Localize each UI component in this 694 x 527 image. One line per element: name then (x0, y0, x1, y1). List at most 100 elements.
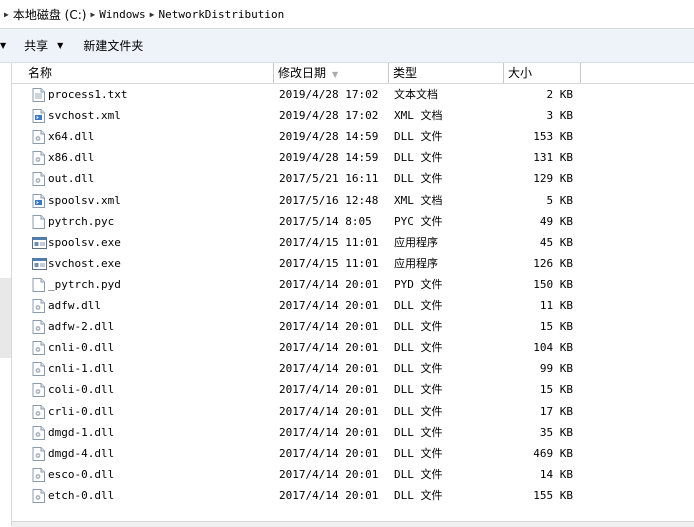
file-size: 14 KB (539, 467, 573, 481)
new-folder-button[interactable]: 新建文件夹 (83, 29, 143, 62)
file-type: DLL 文件 (394, 172, 443, 186)
file-size: 153 KB (533, 130, 573, 144)
file-row[interactable]: process1.txt 2019/4/28 17:02 文本文档 2 KB (12, 84, 694, 105)
generic-file-icon (32, 214, 45, 229)
file-type: DLL 文件 (394, 404, 443, 418)
file-size: 35 KB (539, 425, 573, 439)
file-name: svchost.exe (48, 256, 121, 270)
file-date-modified: 2017/5/21 16:11 (279, 172, 379, 186)
header-name[interactable]: 名称 (12, 63, 274, 83)
file-name: etch-0.dll (48, 488, 115, 502)
exe-file-icon (32, 257, 47, 271)
address-bar[interactable]: ▶ 本地磁盘 (C:) ▶ Windows ▶ NetworkDistribut… (0, 0, 694, 29)
breadcrumb: ▶ 本地磁盘 (C:) ▶ Windows ▶ NetworkDistribut… (0, 0, 284, 28)
file-row[interactable]: dmgd-1.dll 2017/4/14 20:01 DLL 文件 35 KB (12, 422, 694, 443)
file-row[interactable]: out.dll 2017/5/21 16:11 DLL 文件 129 KB (12, 168, 694, 189)
file-size: 126 KB (533, 256, 573, 270)
file-row[interactable]: spoolsv.exe 2017/4/15 11:01 应用程序 45 KB (12, 232, 694, 253)
dll-file-icon (32, 130, 45, 145)
sort-down-icon: ▼ (332, 70, 339, 79)
dll-file-icon (32, 383, 45, 398)
breadcrumb-networkdistribution[interactable]: NetworkDistribution (158, 8, 284, 21)
file-row[interactable]: etch-0.dll 2017/4/14 20:01 DLL 文件 155 KB (12, 485, 694, 506)
share-button[interactable]: 共享 ▼ (24, 29, 63, 62)
chevron-down-icon[interactable]: ▼ (0, 29, 6, 62)
file-row[interactable]: spoolsv.xml 2017/5/16 12:48 XML 文档 5 KB (12, 190, 694, 211)
file-type: PYC 文件 (394, 214, 443, 228)
file-date-modified: 2017/4/14 20:01 (279, 425, 379, 439)
file-date-modified: 2017/4/14 20:01 (279, 341, 379, 355)
file-type: PYD 文件 (394, 277, 443, 291)
file-size: 45 KB (539, 235, 573, 249)
file-size: 49 KB (539, 214, 573, 228)
file-name: cnli-0.dll (48, 341, 115, 355)
file-size: 5 KB (546, 193, 574, 207)
file-row[interactable]: pytrch.pyc 2017/5/14 8:05 PYC 文件 49 KB (12, 211, 694, 232)
file-row[interactable]: cnli-1.dll 2017/4/14 20:01 DLL 文件 99 KB (12, 358, 694, 379)
file-name: coli-0.dll (48, 383, 115, 397)
file-name: pytrch.pyc (48, 214, 115, 228)
file-row[interactable]: dmgd-4.dll 2017/4/14 20:01 DLL 文件 469 KB (12, 443, 694, 464)
file-name: esco-0.dll (48, 467, 115, 481)
breadcrumb-windows[interactable]: Windows (99, 8, 145, 21)
text-file-icon (32, 88, 45, 102)
file-row[interactable]: svchost.xml 2019/4/28 17:02 XML 文档 3 KB (12, 105, 694, 126)
file-type: DLL 文件 (394, 341, 443, 355)
navigation-pane[interactable] (0, 63, 12, 526)
dll-file-icon (32, 467, 45, 482)
file-type: DLL 文件 (394, 425, 443, 439)
file-name: cnli-1.dll (48, 362, 115, 376)
file-size: 104 KB (533, 341, 573, 355)
file-name: x64.dll (48, 130, 95, 144)
file-row[interactable]: adfw.dll 2017/4/14 20:01 DLL 文件 11 KB (12, 295, 694, 316)
file-row[interactable]: coli-0.dll 2017/4/14 20:01 DLL 文件 15 KB (12, 379, 694, 400)
file-date-modified: 2017/4/14 20:01 (279, 320, 379, 334)
header-size-label: 大小 (508, 66, 533, 80)
file-date-modified: 2017/4/15 11:01 (279, 256, 379, 270)
file-type: DLL 文件 (394, 151, 443, 165)
file-date-modified: 2017/4/14 20:01 (279, 488, 379, 502)
dll-file-icon (32, 362, 45, 377)
file-row[interactable]: crli-0.dll 2017/4/14 20:01 DLL 文件 17 KB (12, 401, 694, 422)
file-type: 应用程序 (394, 256, 438, 270)
file-type: 文本文档 (394, 88, 438, 101)
chevron-right-icon[interactable]: ▶ (90, 10, 95, 19)
generic-file-icon (32, 277, 45, 292)
file-size: 11 KB (539, 299, 573, 312)
file-row[interactable]: adfw-2.dll 2017/4/14 20:01 DLL 文件 15 KB (12, 316, 694, 337)
file-date-modified: 2017/4/14 20:01 (279, 277, 379, 291)
file-name: svchost.xml (48, 109, 121, 123)
file-size: 469 KB (533, 446, 573, 460)
file-row[interactable]: _pytrch.pyd 2017/4/14 20:01 PYD 文件 150 KB (12, 274, 694, 295)
file-type: DLL 文件 (394, 320, 443, 334)
file-type: DLL 文件 (394, 362, 443, 376)
navigation-scroll-thumb[interactable] (0, 278, 11, 358)
horizontal-scrollbar[interactable] (12, 521, 694, 527)
file-date-modified: 2017/4/14 20:01 (279, 383, 379, 397)
file-name: adfw-2.dll (48, 320, 115, 334)
file-row[interactable]: svchost.exe 2017/4/15 11:01 应用程序 126 KB (12, 253, 694, 274)
header-size[interactable]: 大小 (504, 63, 581, 83)
header-type[interactable]: 类型 (389, 63, 504, 83)
file-type: DLL 文件 (394, 446, 443, 460)
file-row[interactable]: esco-0.dll 2017/4/14 20:01 DLL 文件 14 KB (12, 464, 694, 485)
chevron-right-icon[interactable]: ▶ (150, 10, 155, 19)
file-size: 155 KB (533, 488, 573, 502)
file-row[interactable]: x86.dll 2019/4/28 14:59 DLL 文件 131 KB (12, 147, 694, 168)
header-date-modified[interactable]: 修改日期 ▼ (274, 63, 389, 83)
file-row[interactable]: cnli-0.dll 2017/4/14 20:01 DLL 文件 104 KB (12, 337, 694, 358)
chevron-right-icon[interactable]: ▶ (4, 10, 9, 19)
header-type-label: 类型 (393, 66, 418, 80)
file-size: 15 KB (539, 320, 573, 334)
chevron-down-icon: ▼ (57, 41, 64, 50)
file-name: process1.txt (48, 88, 128, 101)
file-type: DLL 文件 (394, 383, 443, 397)
breadcrumb-drive[interactable]: 本地磁盘 (C:) (13, 6, 87, 23)
column-headers: 名称 修改日期 ▼ 类型 大小 (12, 63, 694, 84)
dll-file-icon (32, 299, 45, 313)
dll-file-icon (32, 425, 45, 440)
file-date-modified: 2019/4/28 14:59 (279, 130, 379, 144)
header-name-label: 名称 (28, 66, 53, 80)
file-row[interactable]: x64.dll 2019/4/28 14:59 DLL 文件 153 KB (12, 126, 694, 147)
dll-file-icon (32, 488, 45, 503)
